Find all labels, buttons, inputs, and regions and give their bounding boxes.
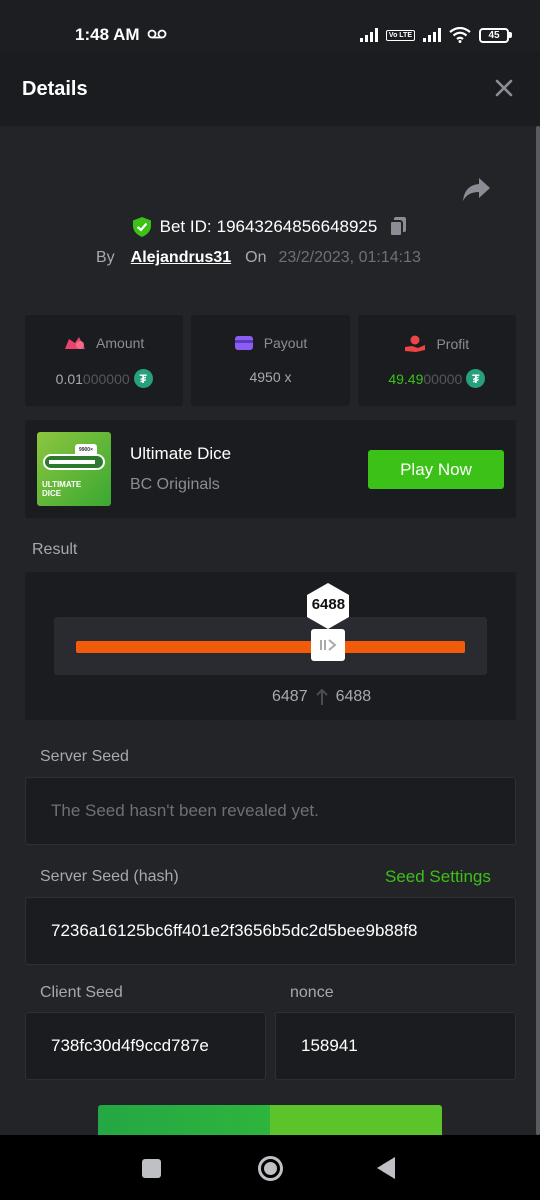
amount-label: Amount [96,335,145,351]
details-header: Details [0,52,540,126]
server-seed-hash-field[interactable]: 7236a16125bc6ff401e2f3656b5dc2d5bee9b88f… [25,897,516,965]
result-label: Result [32,541,78,558]
by-label: By [96,249,115,266]
bet-date: 23/2/2023, 01:14:13 [278,249,421,266]
client-seed-label: Client Seed [40,984,123,1001]
seed-settings-link[interactable]: Seed Settings [385,867,491,887]
arrow-up-icon [315,688,328,705]
username-link[interactable]: Alejandrus31 [131,249,231,267]
amount-card: Amount 0.01000000 ₮ [25,315,184,406]
bet-id-label: Bet ID: [159,217,212,236]
thumb-badge: 9900× [75,444,97,456]
profit-hand-icon [405,335,426,352]
scrollbar[interactable] [536,126,540,1135]
details-content[interactable]: Bet ID: 19643264856648925 By Alejandrus3… [0,126,540,1135]
server-seed-label: Server Seed [40,748,129,765]
usdt-icon: ₮ [466,369,486,388]
result-value: 6488 [311,596,346,613]
amount-value-dim: 000000 [82,370,130,387]
play-now-button[interactable]: Play Now [368,450,504,489]
server-seed-field: The Seed hasn't been revealed yet. [25,777,516,845]
payout-label: Payout [263,335,308,351]
battery-level: 45 [479,27,509,43]
result-range: 6487 6488 [272,688,371,706]
nonce-field[interactable]: 158941 [275,1012,516,1080]
bet-stats: Amount 0.01000000 ₮ Payout 4950 x Profit… [25,315,516,406]
verify-button[interactable] [98,1105,442,1135]
share-icon[interactable] [462,176,492,202]
status-bar: 1:48 AM Vo LTE 45 [0,0,540,52]
wallet-icon [234,336,253,350]
slider-handle [311,629,346,661]
volte-badge: Vo LTE [385,29,415,41]
verified-shield-icon [132,217,151,237]
profit-card: Profit 49.4900000 ₮ [357,315,516,406]
back-button[interactable] [377,1157,395,1179]
game-thumbnail: 9900× ULTIMATE DICE [37,432,111,506]
result-range-high: 6488 [335,688,372,705]
voicemail-icon [147,29,167,39]
payout-value: 4950 x [249,369,292,385]
profit-label: Profit [436,336,470,352]
amount-value: 0.01 [55,370,83,387]
result-range-low: 6487 [272,688,308,705]
copy-icon[interactable] [388,216,408,238]
slider-track-box [54,617,487,675]
signal-icon [359,28,378,42]
profit-value-dim: 00000 [423,370,463,387]
game-provider: BC Originals [130,476,220,493]
game-name: Ultimate Dice [130,444,232,463]
page-title: Details [22,78,88,100]
slider-track [76,641,465,653]
result-marker: 6488 [305,582,351,630]
payout-card: Payout 4950 x [191,315,350,406]
bet-id-row: Bet ID: 19643264856648925 [0,216,540,238]
profit-value: 49.49 [388,370,424,387]
close-icon[interactable] [492,76,516,100]
system-nav-bar [0,1135,540,1200]
signal-icon-2 [423,28,441,42]
server-seed-hash-label: Server Seed (hash) [40,868,179,885]
bet-byline: By Alejandrus31 On 23/2/2023, 01:14:13 [96,249,421,267]
usdt-icon: ₮ [133,369,153,388]
battery-icon: 45 [479,27,512,43]
game-card: 9900× ULTIMATE DICE Ultimate Dice BC Ori… [25,420,516,518]
amount-icon [65,337,86,349]
recents-button[interactable] [142,1159,161,1178]
result-panel: 6488 6487 6488 [25,572,516,720]
client-seed-field[interactable]: 738fc30d4f9ccd787e [25,1012,266,1080]
on-label: On [245,249,267,266]
home-button[interactable] [258,1156,283,1181]
wifi-icon [449,27,471,43]
status-time: 1:48 AM [75,25,140,44]
bet-id-value: 19643264856648925 [216,217,378,236]
slider-grip-icon [320,639,337,651]
nonce-label: nonce [290,984,334,1001]
thumb-text: ULTIMATE DICE [42,480,82,498]
